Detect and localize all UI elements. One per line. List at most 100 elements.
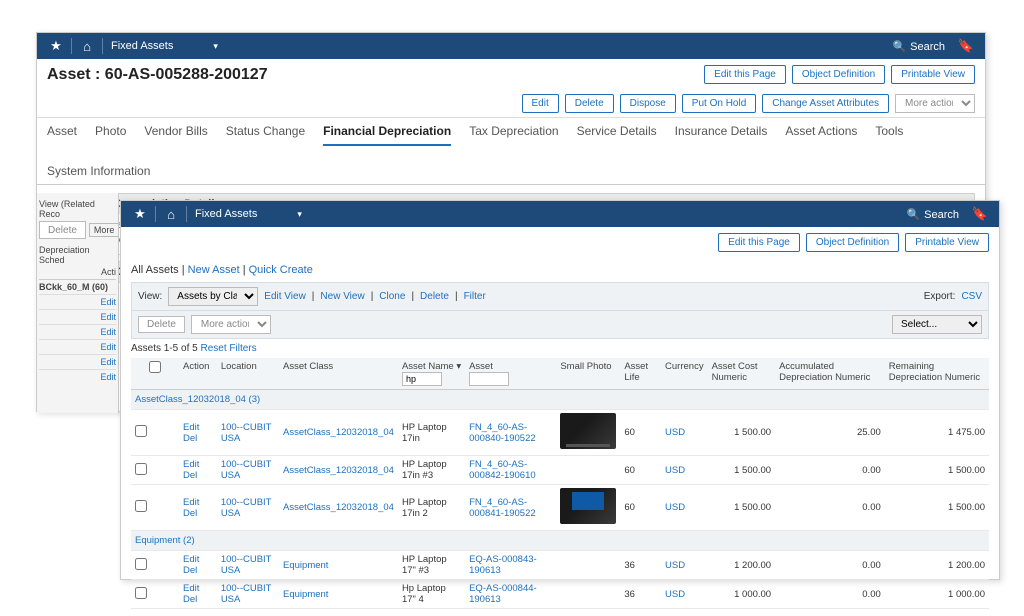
col-small-photo[interactable]: Small Photo	[556, 358, 620, 390]
tab-financial-depreciation[interactable]: Financial Depreciation	[323, 124, 451, 146]
row-class[interactable]: Equipment	[283, 589, 328, 600]
row-asset-link[interactable]: EQ-AS-000844-190613	[469, 583, 537, 605]
row-edit[interactable]: Edit	[183, 583, 199, 594]
row-del[interactable]: Del	[183, 508, 197, 519]
row-asset-link[interactable]: FN_4_60-AS-000840-190522	[469, 422, 536, 444]
col-action[interactable]: Action	[179, 358, 217, 390]
star-icon[interactable]: ★	[45, 38, 67, 54]
row-location[interactable]: 100--CUBIT USA	[221, 554, 272, 576]
row-location[interactable]: 100--CUBIT USA	[221, 459, 272, 481]
row-currency[interactable]: USD	[665, 502, 685, 513]
row-currency[interactable]: USD	[665, 560, 685, 571]
clone-link[interactable]: Clone	[379, 291, 405, 302]
change-attributes-button[interactable]: Change Asset Attributes	[762, 94, 889, 113]
row-class[interactable]: AssetClass_12032018_04	[283, 427, 394, 438]
row-edit[interactable]: Edit	[183, 554, 199, 565]
object-definition-button[interactable]: Object Definition	[806, 233, 899, 252]
row-location[interactable]: 100--CUBIT USA	[221, 422, 272, 444]
new-asset-link[interactable]: New Asset	[188, 264, 240, 276]
row-currency[interactable]: USD	[665, 589, 685, 600]
row-class[interactable]: Equipment	[283, 560, 328, 571]
tab-vendor-bills[interactable]: Vendor Bills	[144, 124, 207, 146]
col-asset[interactable]: Asset	[465, 358, 556, 390]
row-checkbox[interactable]	[135, 463, 147, 475]
sidebar-edit-link[interactable]: Edit	[39, 369, 116, 382]
row-del[interactable]: Del	[183, 470, 197, 481]
quick-create-link[interactable]: Quick Create	[249, 264, 313, 276]
row-edit[interactable]: Edit	[183, 422, 199, 433]
delete-view-link[interactable]: Delete	[420, 291, 449, 302]
row-checkbox[interactable]	[135, 558, 147, 570]
nav-title[interactable]: Fixed Assets	[111, 40, 173, 52]
printable-view-button[interactable]: Printable View	[891, 65, 975, 84]
col-asset-class[interactable]: Asset Class	[279, 358, 398, 390]
row-location[interactable]: 100--CUBIT USA	[221, 497, 272, 519]
select-all-checkbox[interactable]	[135, 361, 175, 373]
col-remaining-depreciation-numeric[interactable]: Remaining Depreciation Numeric	[885, 358, 989, 390]
object-definition-button[interactable]: Object Definition	[792, 65, 885, 84]
row-del[interactable]: Del	[183, 594, 197, 605]
col-currency[interactable]: Currency	[661, 358, 708, 390]
sidebar-edit-link[interactable]: Edit	[39, 354, 116, 367]
more-actions-select[interactable]: More actions...	[895, 94, 975, 113]
tab-status-change[interactable]: Status Change	[226, 124, 305, 146]
sidebar-more[interactable]: More	[89, 223, 119, 237]
tab-asset[interactable]: Asset	[47, 124, 77, 146]
list-more-actions[interactable]: More actions...	[191, 315, 271, 334]
edit-page-button[interactable]: Edit this Page	[718, 233, 800, 252]
sidebar-delete-button[interactable]: Delete	[39, 221, 86, 239]
asset-filter[interactable]	[469, 372, 509, 386]
row-currency[interactable]: USD	[665, 465, 685, 476]
export-csv-link[interactable]: CSV	[961, 291, 982, 302]
row-class[interactable]: AssetClass_12032018_04	[283, 465, 394, 476]
row-edit[interactable]: Edit	[183, 459, 199, 470]
chevron-down-icon[interactable]: ▾	[213, 41, 218, 52]
sidebar-edit-link[interactable]: Edit	[39, 309, 116, 322]
dispose-button[interactable]: Dispose	[620, 94, 676, 113]
home-icon[interactable]: ⌂	[76, 39, 98, 54]
row-class[interactable]: AssetClass_12032018_04	[283, 502, 394, 513]
row-checkbox[interactable]	[135, 500, 147, 512]
bookmark-icon[interactable]: 🔖	[955, 38, 977, 54]
col-location[interactable]: Location	[217, 358, 279, 390]
row-location[interactable]: 100--CUBIT USA	[221, 583, 272, 605]
asset-name-filter[interactable]	[402, 372, 442, 386]
view-select[interactable]: Assets by Class	[168, 287, 258, 306]
row-checkbox[interactable]	[135, 425, 147, 437]
filter-link[interactable]: Filter	[464, 291, 486, 302]
tab-tools[interactable]: Tools	[875, 124, 903, 146]
edit-button[interactable]: Edit	[522, 94, 559, 113]
tab-asset-actions[interactable]: Asset Actions	[785, 124, 857, 146]
col-asset-name[interactable]: Asset Name ▾	[398, 358, 465, 390]
row-asset-link[interactable]: EQ-AS-000843-190613	[469, 554, 537, 576]
group-label[interactable]: Equipment (2)	[135, 535, 195, 546]
sidebar-edit-link[interactable]: Edit	[39, 339, 116, 352]
row-edit[interactable]: Edit	[183, 497, 199, 508]
tab-insurance-details[interactable]: Insurance Details	[675, 124, 768, 146]
tab-photo[interactable]: Photo	[95, 124, 126, 146]
tab-service-details[interactable]: Service Details	[577, 124, 657, 146]
list-delete-button[interactable]: Delete	[138, 316, 185, 333]
delete-button[interactable]: Delete	[565, 94, 614, 113]
edit-view-link[interactable]: Edit View	[264, 291, 306, 302]
col-asset-life[interactable]: Asset Life	[620, 358, 661, 390]
reset-filters-link[interactable]: Reset Filters	[200, 343, 256, 354]
sidebar-edit-link[interactable]: Edit	[39, 294, 116, 307]
row-asset-link[interactable]: FN_4_60-AS-000842-190610	[469, 459, 536, 481]
chevron-down-icon[interactable]: ▾	[297, 209, 302, 220]
put-on-hold-button[interactable]: Put On Hold	[682, 94, 756, 113]
printable-view-button[interactable]: Printable View	[905, 233, 989, 252]
search-button[interactable]: 🔍Search	[892, 40, 945, 53]
new-view-link[interactable]: New View	[320, 291, 364, 302]
row-currency[interactable]: USD	[665, 427, 685, 438]
bookmark-icon[interactable]: 🔖	[969, 206, 991, 222]
edit-page-button[interactable]: Edit this Page	[704, 65, 786, 84]
row-del[interactable]: Del	[183, 565, 197, 576]
col-asset-cost-numeric[interactable]: Asset Cost Numeric	[708, 358, 776, 390]
row-del[interactable]: Del	[183, 433, 197, 444]
row-asset-link[interactable]: FN_4_60-AS-000841-190522	[469, 497, 536, 519]
list-select-dropdown[interactable]: Select...	[892, 315, 982, 334]
search-button[interactable]: 🔍Search	[906, 208, 959, 221]
row-checkbox[interactable]	[135, 587, 147, 599]
col-accumulated-depreciation-numeric[interactable]: Accumulated Depreciation Numeric	[775, 358, 885, 390]
